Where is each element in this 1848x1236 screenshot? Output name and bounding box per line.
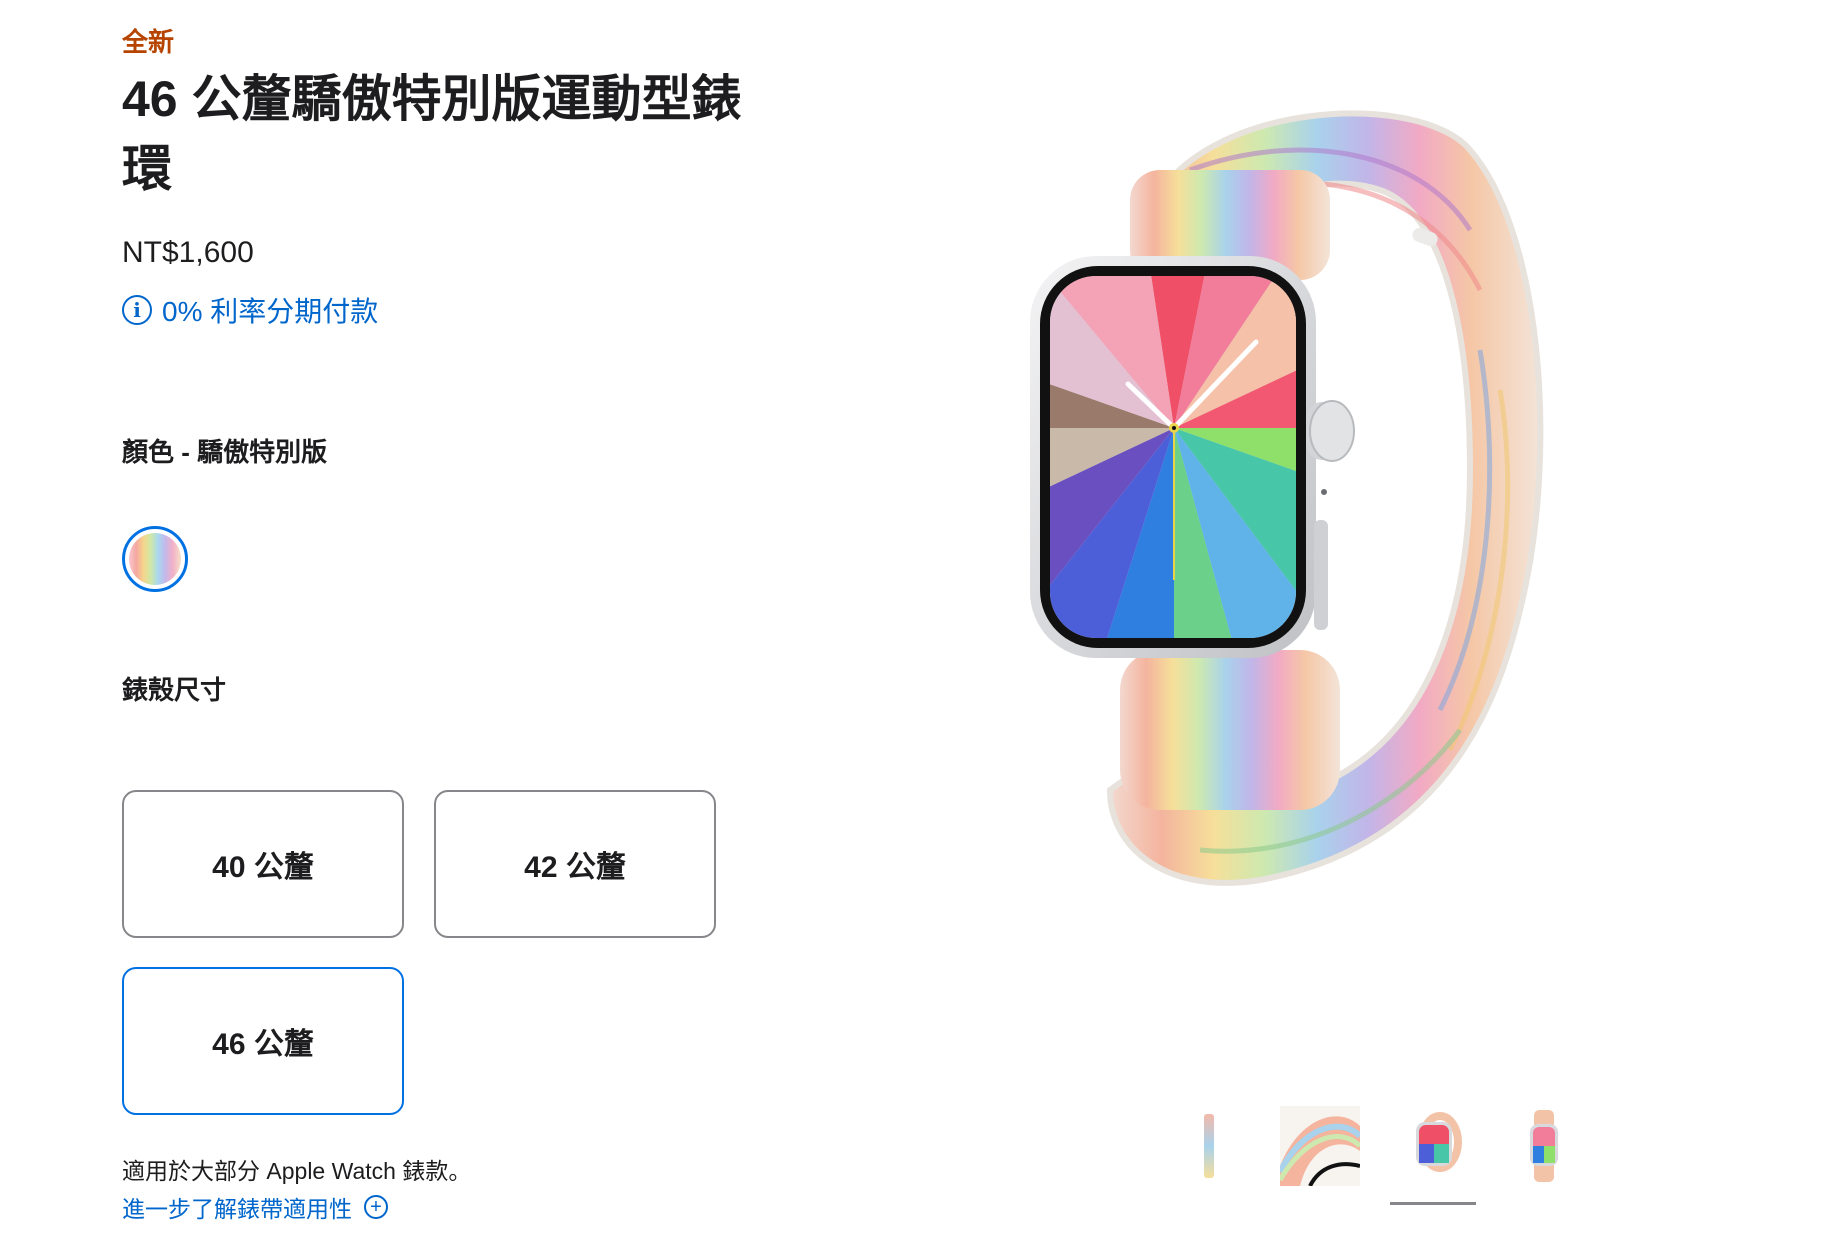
learn-more-link[interactable]: 進一步了解錶帶適用性 +: [122, 1190, 388, 1224]
thumb-watch-front[interactable]: [1394, 1106, 1474, 1186]
product-title: 46 公釐驕傲特別版運動型錶環: [122, 71, 742, 197]
size-option-46mm[interactable]: 46 公釐: [122, 967, 404, 1115]
thumb-watch-back[interactable]: [1504, 1106, 1584, 1186]
new-badge: 全新: [122, 27, 175, 57]
gallery-thumbnails: [1170, 1106, 1600, 1206]
size-option-40mm[interactable]: 40 公釐: [122, 790, 404, 938]
info-icon: i: [122, 295, 152, 325]
compatibility-note: 適用於大部分 Apple Watch 錶款。: [122, 1158, 472, 1184]
size-option-42mm[interactable]: 42 公釐: [434, 790, 716, 938]
color-label: 顏色 - 驕傲特別版: [122, 437, 328, 467]
installment-link[interactable]: i 0% 利率分期付款: [122, 290, 378, 330]
thumb-band-side-view[interactable]: [1170, 1106, 1250, 1186]
color-swatch-pride[interactable]: [122, 526, 188, 592]
plus-circle-icon: +: [364, 1195, 388, 1219]
product-hero-image: [1030, 110, 1544, 886]
product-price: NT$1,600: [122, 236, 254, 269]
thumb-band-closeup[interactable]: [1280, 1106, 1360, 1186]
installment-label: 0% 利率分期付款: [162, 296, 379, 327]
case-size-label: 錶殼尺寸: [122, 675, 227, 705]
learn-more-label: 進一步了解錶帶適用性: [122, 1196, 352, 1222]
color-swatch-fill: [129, 533, 181, 585]
thumb-selected-indicator: [1390, 1202, 1476, 1205]
